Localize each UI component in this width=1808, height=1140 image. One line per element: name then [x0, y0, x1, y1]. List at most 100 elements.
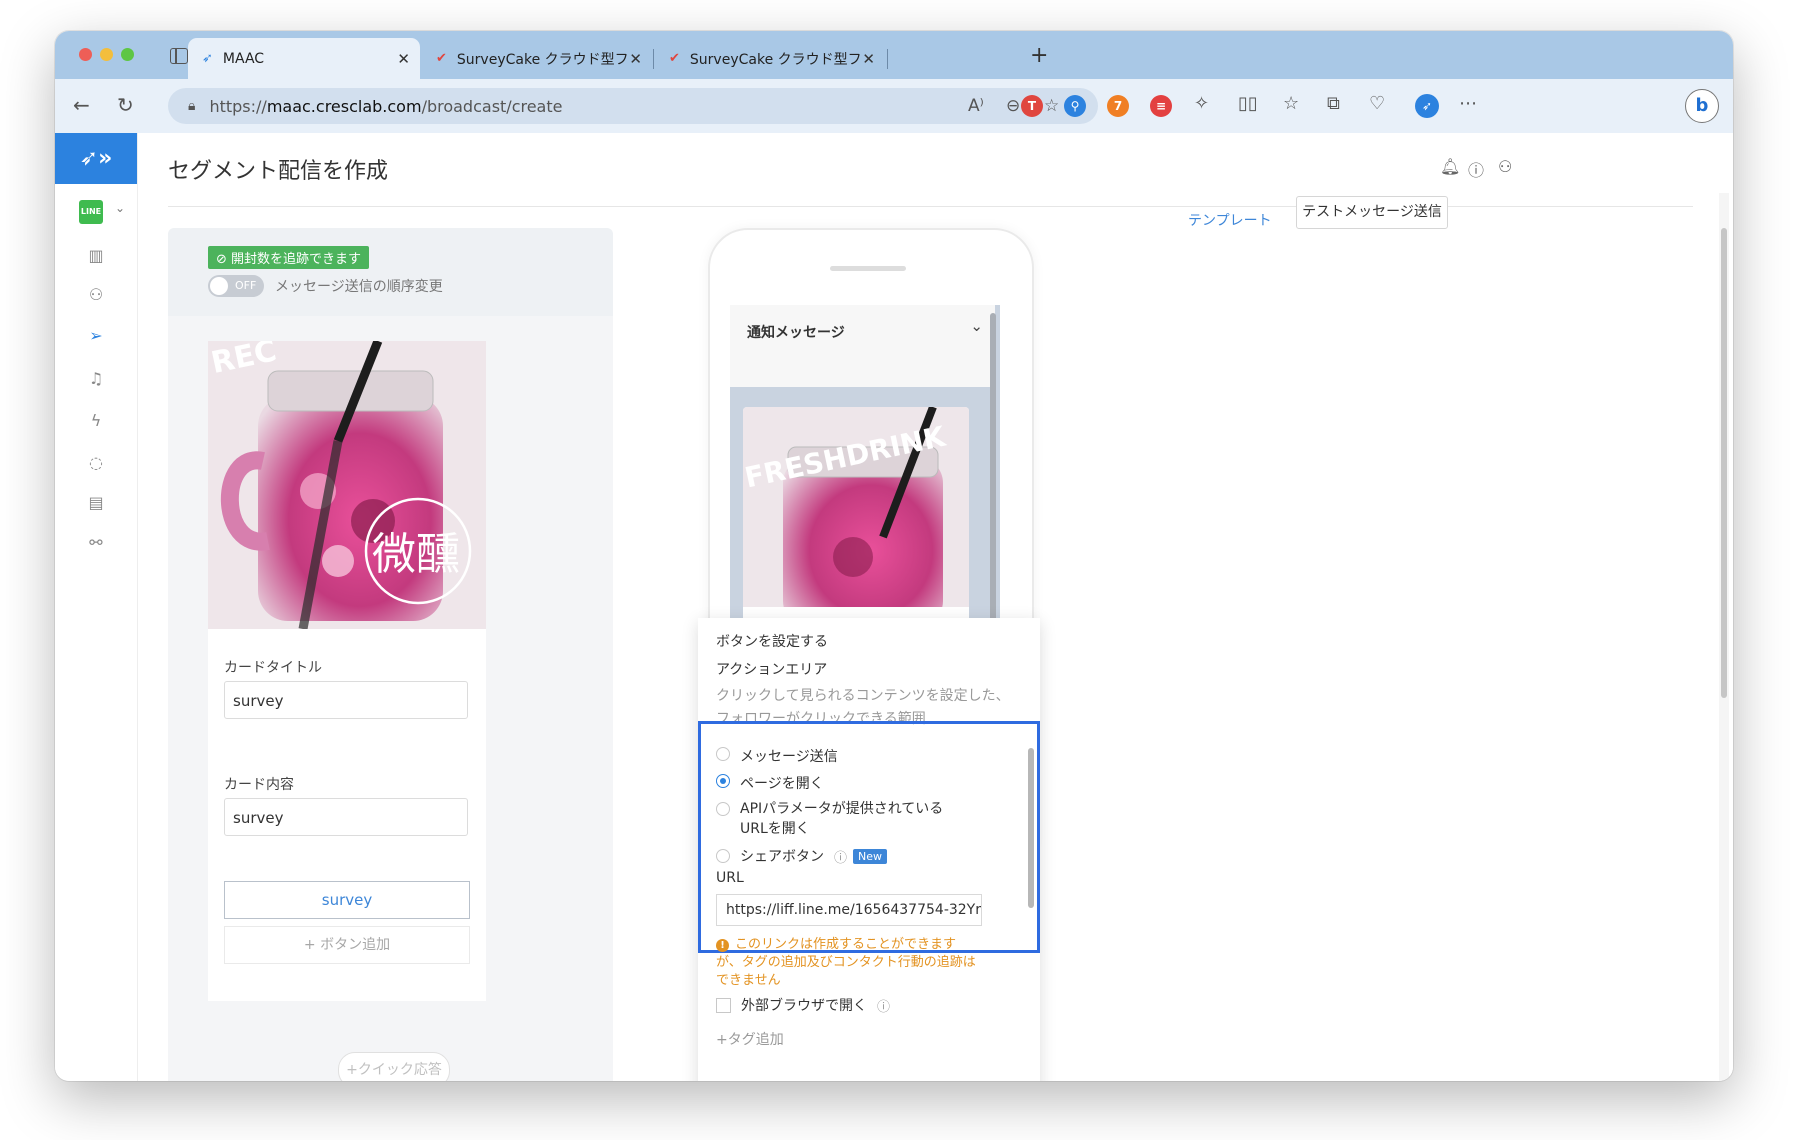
browser-essentials-icon[interactable]: ♡: [1369, 93, 1385, 114]
page-title: セグメント配信を作成: [168, 159, 389, 184]
external-browser-checkbox[interactable]: [716, 997, 731, 1013]
card-content-input[interactable]: survey: [224, 798, 468, 836]
button-settings-title: ボタンを設定する: [716, 634, 828, 650]
button-settings-panel: ボタンを設定する アクションエリア クリックして見られるコンテンツを設定した、フ…: [698, 618, 1040, 1081]
radio-circle-selected[interactable]: [716, 774, 730, 788]
test-message-button[interactable]: テストメッセージ送信: [1296, 196, 1448, 229]
tab-surveycake-1[interactable]: ✔ SurveyCake クラウド型フォー... ✕: [422, 38, 652, 79]
zoom-out-icon[interactable]: ⊖: [1006, 96, 1020, 116]
close-tab-icon[interactable]: ✕: [862, 50, 875, 68]
tab-title: MAAC: [222, 50, 265, 67]
svg-text:微醺: 微醺: [372, 529, 460, 580]
extension-stop-icon[interactable]: ≡: [1150, 95, 1172, 117]
url-field[interactable]: 🔒︎ https://maac.cresclab.com/broadcast/c…: [168, 88, 1098, 124]
radio-share-button[interactable]: シェアボタン ⓘ New: [716, 846, 888, 866]
radio-label: APIパラメータが提供されているURLを開く: [740, 801, 944, 837]
warning-text: このリンクは作成することができますが、タグの追加及びコンタクト行動の追跡はできま…: [716, 937, 976, 988]
radio-circle[interactable]: [716, 849, 730, 863]
insights-chart-icon[interactable]: ▥: [85, 246, 107, 265]
card-content-label: カード内容: [224, 777, 294, 793]
template-link[interactable]: テンプレート: [1188, 210, 1272, 230]
help-icon[interactable]: ⓘ: [1468, 157, 1484, 181]
tab-separator: [887, 49, 888, 69]
tab-maac[interactable]: ➶ MAAC ✕: [188, 38, 420, 79]
surveycake-favicon-icon: ✔: [436, 51, 447, 66]
line-channel-icon[interactable]: LINE: [79, 200, 103, 224]
extension-red-icon[interactable]: T: [1021, 95, 1043, 117]
collections-icon[interactable]: ⧉: [1327, 93, 1340, 114]
url-label: URL: [716, 870, 744, 886]
extension-orange-icon[interactable]: 7: [1107, 95, 1129, 117]
link-warning: ! このリンクは作成することができますが、タグの追加及びコンタクト行動の追跡はでき…: [716, 936, 981, 990]
favorites-icon[interactable]: ☆: [1283, 93, 1299, 114]
read-aloud-icon[interactable]: A⁾: [968, 96, 984, 116]
add-tag-link[interactable]: +タグ追加: [716, 1029, 784, 1049]
minimize-window-button[interactable]: [100, 48, 113, 61]
chevron-down-icon[interactable]: ⌄: [970, 317, 983, 335]
back-icon[interactable]: ←: [73, 93, 90, 117]
url-host: maac.cresclab.com: [266, 96, 422, 116]
url-path: /broadcast/create: [421, 96, 563, 116]
maximize-window-button[interactable]: [121, 48, 134, 61]
info-icon[interactable]: ⓘ: [877, 996, 890, 1015]
account-icon[interactable]: ⚇: [1498, 157, 1512, 176]
contacts-user-icon[interactable]: ⚇: [85, 285, 107, 304]
chat-bubble-icon[interactable]: ◌: [85, 453, 107, 472]
track-badge-text: 開封数を追跡できます: [231, 252, 362, 267]
address-bar-row: ← ↻ 🔒︎ https://maac.cresclab.com/broadca…: [55, 79, 1733, 134]
notification-bell-icon[interactable]: 🔔︎: [1440, 157, 1460, 176]
reload-icon[interactable]: ↻: [117, 93, 134, 117]
broadcast-send-icon[interactable]: ➢: [85, 326, 107, 345]
new-badge: New: [853, 848, 888, 864]
message-order-toggle[interactable]: OFF: [208, 275, 264, 297]
open-tracking-badge: ⊘ 開封数を追跡できます: [208, 246, 370, 269]
close-tab-icon[interactable]: ✕: [629, 50, 642, 68]
tab-actions-icon[interactable]: [170, 48, 188, 64]
toggle-knob: [210, 277, 228, 295]
tab-surveycake-2[interactable]: ✔ SurveyCake クラウド型フォー... ✕: [655, 38, 885, 79]
tab-bar: ➶ MAAC ✕ ✔ SurveyCake クラウド型フォー... ✕ ✔ Su…: [55, 31, 1733, 79]
browser-window: ➶ MAAC ✕ ✔ SurveyCake クラウド型フォー... ✕ ✔ Su…: [55, 31, 1733, 1081]
message-order-label: メッセージ送信の順序変更: [275, 279, 443, 295]
add-button[interactable]: + ボタン追加: [224, 926, 470, 964]
extension-link-icon[interactable]: ⚲: [1064, 95, 1086, 117]
notification-message-bar[interactable]: 通知メッセージ ⌄: [730, 305, 995, 387]
panel-scrollbar[interactable]: [1028, 748, 1034, 908]
check-circle-icon: ⊘: [216, 252, 232, 267]
more-options-icon[interactable]: ⋯: [1459, 93, 1477, 114]
close-tab-icon[interactable]: ✕: [397, 50, 410, 68]
radio-circle[interactable]: [716, 747, 730, 761]
bing-copilot-icon[interactable]: b: [1685, 89, 1719, 123]
integration-link-icon[interactable]: ⚯: [85, 533, 107, 552]
header-divider: [168, 206, 1693, 207]
new-tab-icon[interactable]: +: [1030, 43, 1048, 68]
card-image[interactable]: 微醺 REC: [208, 341, 486, 629]
radio-send-message[interactable]: メッセージ送信: [716, 746, 838, 766]
url-input[interactable]: https://liff.line.me/1656437754-32YraX(: [716, 894, 982, 926]
radio-open-page[interactable]: ページを開く: [716, 773, 824, 793]
quick-reply-button[interactable]: +クイック応答: [338, 1052, 450, 1081]
tab-title: SurveyCake クラウド型フォー...: [689, 51, 860, 68]
radio-api-url[interactable]: APIパラメータが提供されているURLを開く: [716, 799, 961, 839]
action-area-title: アクションエリア: [716, 662, 828, 678]
card-title-label: カードタイトル: [224, 660, 322, 676]
info-icon[interactable]: ⓘ: [834, 847, 847, 866]
split-screen-icon[interactable]: ▯▯: [1238, 93, 1258, 114]
card-title-input[interactable]: survey: [224, 681, 468, 719]
card-action-button[interactable]: survey: [224, 881, 470, 919]
radio-circle[interactable]: [716, 802, 730, 816]
favorite-star-icon[interactable]: ☆: [1044, 96, 1059, 116]
automation-bolt-icon[interactable]: ϟ: [85, 411, 107, 430]
open-external-browser-option[interactable]: 外部ブラウザで開く ⓘ: [716, 995, 890, 1015]
channel-dropdown-chevron-icon[interactable]: ⌄: [115, 201, 125, 215]
profile-avatar-icon[interactable]: ➶: [1415, 94, 1439, 118]
close-window-button[interactable]: [79, 48, 92, 61]
page-scrollbar[interactable]: [1721, 228, 1727, 698]
store-icon[interactable]: ▤: [85, 493, 107, 512]
extensions-puzzle-icon[interactable]: ✧: [1194, 93, 1209, 114]
main-content: セグメント配信を作成 🔔︎ ⓘ ⚇ ⊘ 開封数を追跡できます OFF メッセージ…: [138, 133, 1733, 1081]
toggle-state-text: OFF: [235, 279, 257, 292]
notification-bell-icon[interactable]: ♫: [85, 369, 107, 388]
maac-logo[interactable]: ➶»: [55, 133, 137, 184]
radio-label: シェアボタン: [740, 849, 824, 865]
